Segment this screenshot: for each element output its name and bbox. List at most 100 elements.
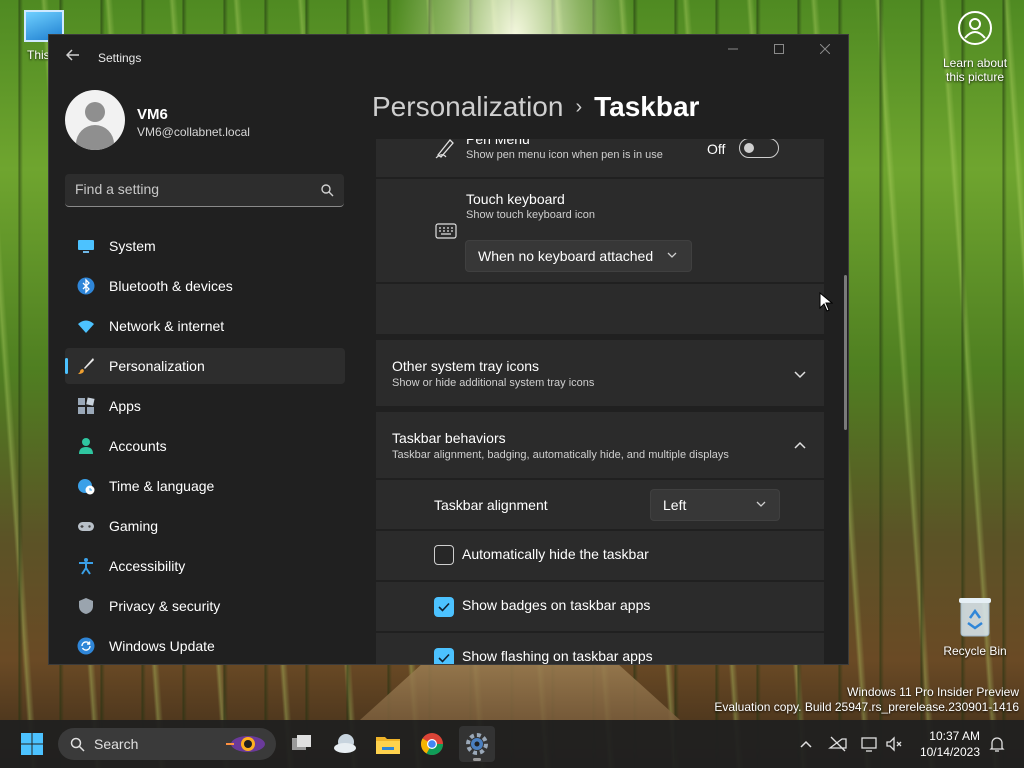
sidebar-item-privacy-security[interactable]: Privacy & security — [65, 588, 345, 624]
learn-about-picture[interactable]: Learn about this picture — [934, 10, 1016, 84]
user-email: VM6@collabnet.local — [137, 125, 250, 139]
globe-clock-icon — [78, 479, 95, 495]
taskbar-behaviors-header[interactable]: Taskbar behaviors Taskbar alignment, bad… — [376, 412, 824, 478]
brush-icon — [78, 358, 94, 374]
recycle-bin-icon — [958, 596, 992, 638]
pen-icon — [435, 139, 454, 159]
taskbar-alignment-value: Left — [663, 497, 687, 513]
running-indicator — [473, 758, 481, 761]
back-button[interactable] — [63, 48, 83, 68]
search-icon[interactable] — [320, 183, 334, 197]
maximize-button[interactable] — [756, 35, 802, 67]
sidebar-item-windows-update[interactable]: Windows Update — [65, 628, 345, 664]
sidebar-item-label: Network & internet — [109, 318, 225, 334]
learn-about-picture-label: Learn about this picture — [942, 56, 1008, 84]
evaluation-watermark: Windows 11 Pro Insider Preview Evaluatio… — [714, 685, 1019, 715]
settings-content: Pen Menu Show pen menu icon when pen is … — [376, 139, 824, 664]
title-bar[interactable]: Settings — [49, 35, 848, 81]
wifi-icon — [78, 320, 94, 333]
minimize-button[interactable] — [710, 35, 756, 67]
sidebar-nav: System Bluetooth & devices Network & int… — [65, 228, 345, 664]
minimize-icon — [728, 48, 738, 50]
touch-keyboard-dropdown[interactable]: When no keyboard attached — [465, 240, 692, 272]
content-scrollbar[interactable] — [844, 275, 847, 430]
update-icon — [77, 637, 95, 655]
keyboard-icon — [435, 223, 457, 239]
show-flashing-checkbox[interactable] — [434, 648, 454, 664]
pen-menu-toggle[interactable] — [739, 139, 779, 158]
breadcrumb-separator: › — [575, 96, 583, 118]
sidebar-item-gaming[interactable]: Gaming — [65, 508, 345, 544]
folder-icon — [376, 737, 400, 754]
chevron-down-icon — [756, 501, 766, 507]
volume-muted-icon[interactable] — [884, 734, 904, 754]
start-button[interactable] — [14, 726, 50, 762]
chrome-button[interactable] — [414, 726, 450, 762]
settings-search-box[interactable] — [65, 174, 344, 207]
auto-hide-row[interactable]: Automatically hide the taskbar — [376, 531, 824, 580]
shield-icon — [79, 598, 93, 614]
taskbar-behaviors-title: Taskbar behaviors — [392, 430, 506, 446]
close-button[interactable] — [802, 35, 848, 67]
sidebar-item-personalization[interactable]: Personalization — [65, 348, 345, 384]
taskbar-search[interactable]: Search — [58, 728, 276, 760]
other-tray-subtitle: Show or hide additional system tray icon… — [392, 377, 595, 389]
windows-logo-icon — [21, 733, 43, 755]
notification-bell-icon[interactable] — [987, 734, 1007, 754]
widgets-button[interactable] — [327, 726, 363, 762]
taskbar-alignment-row: Taskbar alignment Left — [376, 480, 824, 529]
search-input[interactable] — [75, 181, 310, 197]
camera-icon — [957, 10, 993, 46]
other-tray-icons-row[interactable]: Other system tray icons Show or hide add… — [376, 340, 824, 406]
sidebar-item-bluetooth[interactable]: Bluetooth & devices — [65, 268, 345, 304]
user-name: VM6 — [137, 106, 168, 123]
breadcrumb-parent[interactable]: Personalization — [372, 91, 563, 122]
show-badges-row[interactable]: Show badges on taskbar apps — [376, 582, 824, 631]
auto-hide-label: Automatically hide the taskbar — [462, 546, 649, 562]
touch-keyboard-row: Touch keyboard Show touch keyboard icon … — [376, 179, 824, 282]
sidebar-item-network[interactable]: Network & internet — [65, 308, 345, 344]
sidebar-item-label: Apps — [109, 398, 141, 414]
chevron-down-icon[interactable] — [793, 367, 807, 381]
pen-menu-title: Pen Menu — [466, 139, 530, 147]
app-title: Settings — [98, 51, 142, 65]
auto-hide-checkbox[interactable] — [434, 545, 454, 565]
taskbar-alignment-label: Taskbar alignment — [434, 497, 548, 513]
sidebar-item-label: Windows Update — [109, 638, 215, 654]
sidebar-item-accessibility[interactable]: Accessibility — [65, 548, 345, 584]
mouse-cursor-icon — [819, 292, 833, 312]
watermark-line-1: Windows 11 Pro Insider Preview — [847, 685, 1019, 699]
checkmark-icon — [438, 602, 450, 612]
settings-taskbar-button[interactable] — [459, 726, 495, 762]
chevron-down-icon — [667, 252, 677, 258]
apps-icon — [78, 397, 95, 414]
taskbar-alignment-dropdown[interactable]: Left — [650, 489, 780, 521]
sidebar-item-accounts[interactable]: Accounts — [65, 428, 345, 464]
taskbar: Search 10:37 AM 10/14/2023 — [0, 720, 1024, 768]
touch-keyboard-selected: When no keyboard attached — [478, 248, 654, 264]
show-flashing-row[interactable]: Show flashing on taskbar apps — [376, 633, 824, 664]
close-icon — [819, 43, 831, 55]
taskbar-behaviors-subtitle: Taskbar alignment, badging, automaticall… — [392, 449, 729, 461]
network-disconnected-icon[interactable] — [828, 734, 848, 754]
sidebar-item-system[interactable]: System — [65, 228, 345, 264]
sidebar-item-label: Bluetooth & devices — [109, 278, 233, 294]
display-icon[interactable] — [860, 734, 880, 754]
show-badges-checkbox[interactable] — [434, 597, 454, 617]
taskbar-search-label: Search — [94, 736, 139, 752]
breadcrumb: Personalization › Taskbar — [372, 91, 699, 123]
sidebar-item-time-language[interactable]: Time & language — [65, 468, 345, 504]
touch-keyboard-title: Touch keyboard — [466, 191, 565, 207]
chevron-up-icon[interactable] — [796, 734, 816, 754]
system-clock[interactable]: 10:37 AM 10/14/2023 — [920, 728, 980, 760]
cloud-icon — [334, 734, 356, 753]
sidebar-item-apps[interactable]: Apps — [65, 388, 345, 424]
touch-keyboard-subtitle: Show touch keyboard icon — [466, 209, 596, 221]
chrome-icon — [421, 733, 443, 755]
chevron-up-icon[interactable] — [793, 438, 807, 452]
recycle-bin-desktop-icon[interactable]: Recycle Bin — [938, 596, 1012, 658]
accessibility-icon — [79, 558, 93, 575]
file-explorer-button[interactable] — [370, 726, 406, 762]
monitor-icon — [78, 240, 94, 253]
task-view-button[interactable] — [283, 726, 319, 762]
